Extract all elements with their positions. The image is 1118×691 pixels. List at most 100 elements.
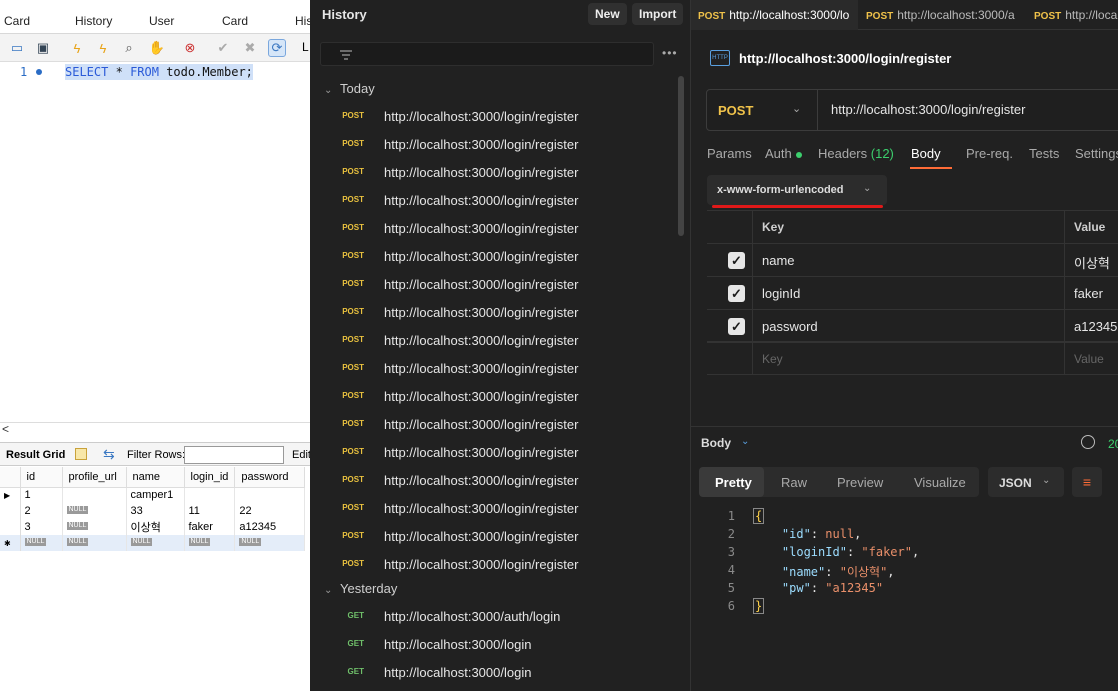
table-cell[interactable] bbox=[184, 487, 236, 503]
table-cell[interactable]: camper1 bbox=[126, 487, 185, 503]
table-cell[interactable]: 11 bbox=[184, 503, 236, 519]
table-cell[interactable]: faker bbox=[184, 519, 236, 535]
edit-label[interactable]: Edit bbox=[292, 449, 310, 461]
checkbox[interactable]: ✓ bbox=[728, 252, 745, 269]
table-row[interactable]: ✱ NULL NULL NULL NULL NULL bbox=[0, 535, 306, 551]
table-cell[interactable] bbox=[62, 487, 127, 503]
grid-view-icon[interactable] bbox=[75, 448, 87, 460]
request-title[interactable]: http://localhost:3000/login/register bbox=[739, 51, 951, 66]
globe-icon[interactable] bbox=[1081, 435, 1095, 449]
column-header[interactable]: name bbox=[126, 467, 185, 488]
history-item[interactable]: GET http://localhost:3000/login bbox=[310, 630, 678, 658]
rollback-icon[interactable]: ✖ bbox=[241, 39, 259, 57]
tab-settings[interactable]: Settings bbox=[1075, 146, 1118, 161]
history-item[interactable]: POST http://localhost:3000/login/register bbox=[310, 130, 678, 158]
table-row[interactable]: 3 NULL 이상혁 faker a12345 bbox=[0, 519, 306, 535]
kv-key-input[interactable]: name bbox=[762, 253, 795, 268]
method-select[interactable]: POST bbox=[718, 103, 753, 118]
history-item[interactable]: POST http://localhost:3000/login/register bbox=[310, 522, 678, 550]
body-type-select[interactable]: x-www-form-urlencoded ⌄ bbox=[707, 175, 887, 205]
history-item[interactable]: POST http://localhost:3000/login/register bbox=[310, 410, 678, 438]
row-selector[interactable] bbox=[0, 503, 21, 519]
sql-editor[interactable]: 1 SELECT * FROM todo.Member; bbox=[0, 62, 310, 422]
row-selector[interactable] bbox=[0, 519, 21, 535]
column-header[interactable]: id bbox=[20, 467, 63, 488]
checkbox[interactable]: ✓ bbox=[728, 285, 745, 302]
history-item[interactable]: POST http://localhost:3000/login/register bbox=[310, 494, 678, 522]
kv-value-input[interactable]: faker bbox=[1074, 286, 1103, 301]
history-item[interactable]: POST http://localhost:3000/login/register bbox=[310, 102, 678, 130]
request-tab[interactable]: POST http://localhost:3000/a bbox=[859, 0, 1026, 30]
history-item[interactable]: GET http://localhost:3000/auth/login bbox=[310, 602, 678, 630]
history-item[interactable]: POST http://localhost:3000/login/register bbox=[310, 298, 678, 326]
stop-icon[interactable]: ✋ bbox=[148, 39, 166, 57]
execute-current-icon[interactable]: ϟ bbox=[94, 39, 112, 57]
table-cell[interactable]: a12345 bbox=[234, 519, 306, 535]
table-row[interactable]: ▶ 1 camper1 bbox=[0, 487, 306, 503]
history-item[interactable]: POST http://localhost:3000/login/register bbox=[310, 242, 678, 270]
chevron-down-icon[interactable]: ⌄ bbox=[792, 102, 801, 115]
table-cell[interactable]: NULL bbox=[234, 535, 306, 551]
table-cell[interactable]: 1 bbox=[20, 487, 63, 503]
history-item[interactable]: POST http://localhost:3000/login/register bbox=[310, 186, 678, 214]
autocommit-icon[interactable]: ⟳ bbox=[268, 39, 286, 57]
response-format-select[interactable]: JSON ⌄ bbox=[988, 467, 1064, 497]
history-item[interactable]: POST http://localhost:3000/login/register bbox=[310, 550, 678, 578]
scroll-left-arrow-icon[interactable]: < bbox=[2, 422, 9, 436]
checkbox[interactable]: ✓ bbox=[728, 318, 745, 335]
execute-lightning-icon[interactable]: ϟ bbox=[68, 39, 86, 57]
column-header[interactable]: profile_url bbox=[62, 467, 127, 488]
history-item[interactable]: POST http://localhost:3000/login/register bbox=[310, 158, 678, 186]
request-tab[interactable]: POSThttp://localho bbox=[1027, 0, 1118, 30]
history-group-header[interactable]: ⌄ Yesterday bbox=[324, 581, 397, 596]
toggle-stop-icon[interactable]: ⊗ bbox=[181, 39, 199, 57]
table-cell[interactable]: 2 bbox=[20, 503, 63, 519]
row-selector[interactable]: ▶ bbox=[0, 487, 21, 503]
save-icon[interactable]: ▣ bbox=[34, 39, 52, 57]
column-header[interactable]: password bbox=[234, 467, 306, 488]
column-header[interactable]: login_id bbox=[184, 467, 236, 488]
table-cell[interactable]: 33 bbox=[126, 503, 185, 519]
table-cell[interactable]: NULL bbox=[126, 535, 185, 551]
refresh-icon[interactable]: ⇆ bbox=[103, 446, 115, 463]
chevron-down-icon[interactable]: ⌄ bbox=[741, 436, 749, 447]
tab-headers[interactable]: Headers (12) bbox=[818, 146, 894, 161]
new-button[interactable]: New bbox=[588, 3, 627, 25]
history-item[interactable]: POST http://localhost:3000/login/register bbox=[310, 438, 678, 466]
tab-auth[interactable]: Auth bbox=[765, 146, 802, 161]
history-item[interactable]: POST http://localhost:3000/login/register bbox=[310, 354, 678, 382]
history-item[interactable]: POST http://localhost:3000/login/register bbox=[310, 382, 678, 410]
history-item[interactable]: POST http://localhost:3000/login/register bbox=[310, 466, 678, 494]
table-cell[interactable]: 3 bbox=[20, 519, 63, 535]
commit-icon[interactable]: ✔ bbox=[214, 39, 232, 57]
sql-query-text[interactable]: SELECT * FROM todo.Member; bbox=[65, 64, 253, 80]
table-cell[interactable]: NULL bbox=[62, 535, 127, 551]
table-cell[interactable]: NULL bbox=[62, 519, 127, 535]
table-cell[interactable]: NULL bbox=[184, 535, 236, 551]
open-folder-icon[interactable]: ▭ bbox=[8, 39, 26, 57]
response-body-select[interactable]: Body bbox=[701, 436, 731, 450]
kv-key-input[interactable]: password bbox=[762, 319, 818, 334]
history-item[interactable]: POST http://localhost:3000/login/register bbox=[310, 326, 678, 354]
history-item[interactable]: POST http://localhost:3000/login/register bbox=[310, 270, 678, 298]
url-input[interactable]: http://localhost:3000/login/register bbox=[831, 102, 1025, 117]
new-value-input[interactable]: Value bbox=[1074, 352, 1104, 366]
table-cell[interactable]: 이상혁 bbox=[126, 519, 185, 535]
history-scrollbar[interactable] bbox=[678, 76, 684, 236]
tab-body[interactable]: Body bbox=[911, 146, 941, 161]
table-cell[interactable]: NULL bbox=[20, 535, 63, 551]
table-cell[interactable]: 22 bbox=[234, 503, 306, 519]
history-search-input[interactable] bbox=[320, 42, 654, 66]
wrap-lines-icon[interactable]: ≡ bbox=[1072, 467, 1102, 497]
table-cell[interactable]: NULL bbox=[62, 503, 127, 519]
row-selector[interactable]: ✱ bbox=[0, 535, 21, 551]
kv-value-input[interactable]: a12345 bbox=[1074, 319, 1117, 334]
view-raw[interactable]: Raw bbox=[781, 475, 807, 490]
horizontal-scrollbar[interactable]: < bbox=[0, 422, 310, 436]
explain-magnifier-icon[interactable]: ⌕ bbox=[120, 39, 138, 57]
view-preview[interactable]: Preview bbox=[837, 475, 883, 490]
workbench-tab[interactable]: Card bbox=[222, 14, 248, 28]
tab-prereq[interactable]: Pre-req. bbox=[966, 146, 1013, 161]
workbench-tab[interactable]: His bbox=[295, 14, 310, 28]
table-cell[interactable] bbox=[234, 487, 306, 503]
